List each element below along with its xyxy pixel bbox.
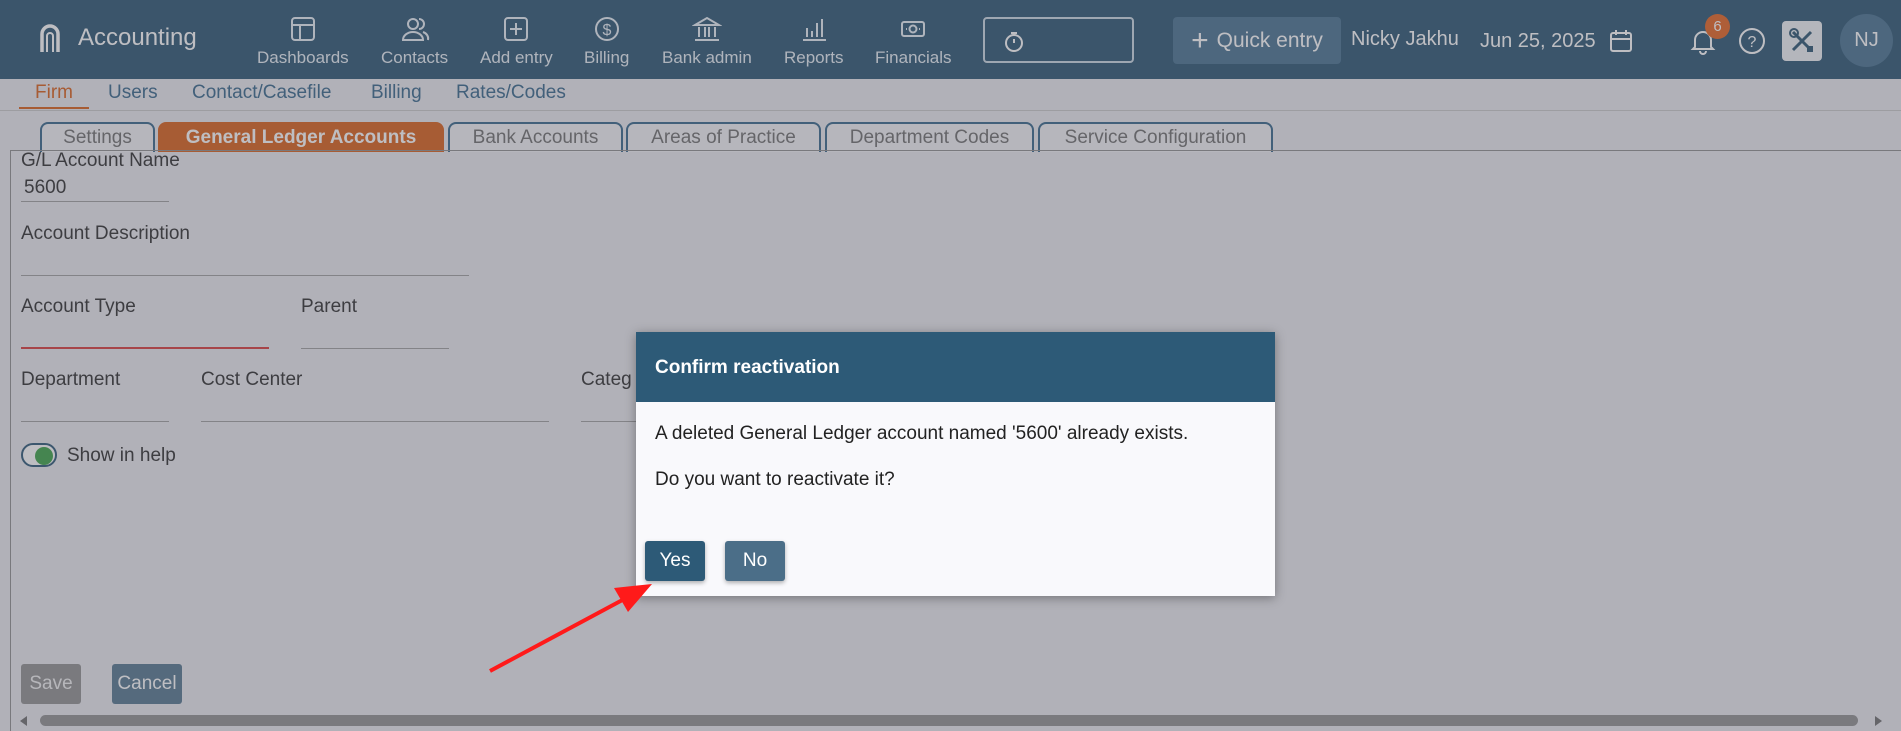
dialog-message: A deleted General Ledger account named '… <box>655 423 1189 444</box>
confirm-reactivation-dialog: Confirm reactivation A deleted General L… <box>636 332 1275 596</box>
dialog-question: Do you want to reactivate it? <box>655 469 895 490</box>
dialog-title: Confirm reactivation <box>636 332 1275 402</box>
no-button[interactable]: No <box>725 541 785 581</box>
yes-button[interactable]: Yes <box>645 541 705 581</box>
